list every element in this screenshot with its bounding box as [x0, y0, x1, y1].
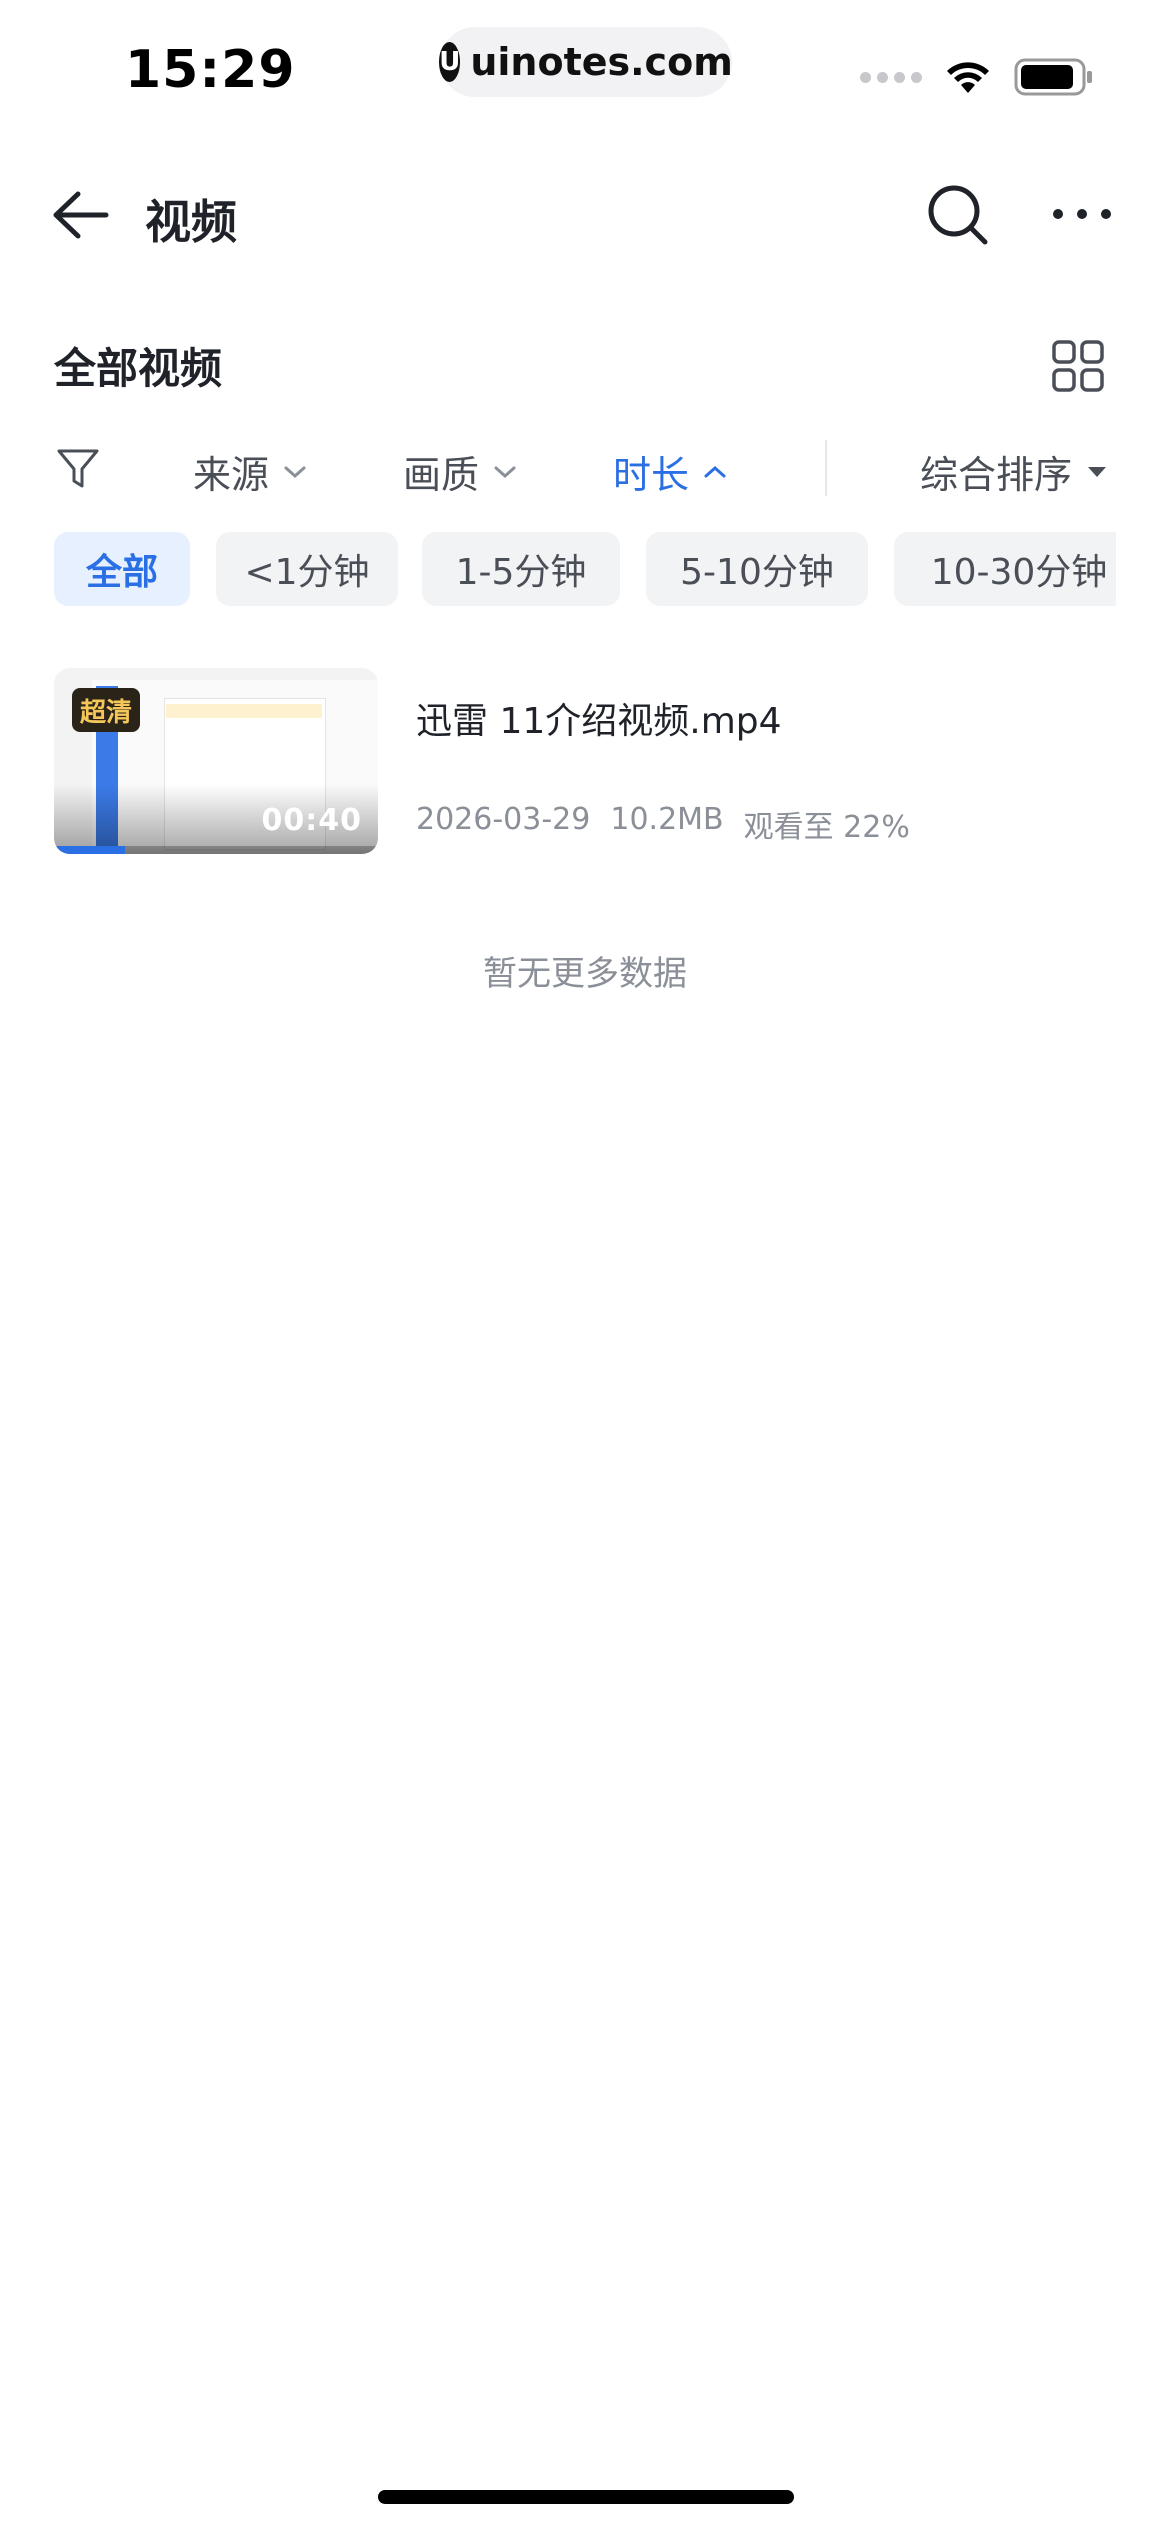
- battery-icon: [1014, 58, 1092, 96]
- playback-progress-bar: [54, 846, 126, 854]
- video-date: 2026-03-29: [416, 802, 591, 837]
- duration-chips: 全部 <1分钟 1-5分钟 5-10分钟 10-30分钟: [54, 532, 1116, 606]
- chip-all[interactable]: 全部: [54, 532, 190, 606]
- filter-duration-label: 时长: [613, 453, 690, 497]
- chevron-down-icon: [284, 466, 306, 478]
- chip-10-30-min[interactable]: 10-30分钟: [894, 532, 1116, 606]
- quality-badge: 超清: [72, 688, 141, 732]
- chevron-down-icon: [494, 466, 516, 478]
- grid-view-icon[interactable]: [1052, 340, 1104, 392]
- page-title: 视频: [145, 195, 237, 249]
- video-meta: 2026-03-29 10.2MB 观看至 22%: [416, 802, 930, 846]
- video-duration: 00:40: [261, 803, 362, 838]
- filter-duration[interactable]: 时长: [613, 444, 727, 499]
- thumbnail-highlight: [166, 704, 322, 718]
- status-time: 15:29: [125, 40, 296, 100]
- sort-label: 综合排序: [920, 453, 1073, 497]
- no-more-data-text: 暂无更多数据: [483, 954, 687, 994]
- site-logo-icon: U: [439, 42, 461, 82]
- chip-5-10-min[interactable]: 5-10分钟: [646, 532, 868, 606]
- home-indicator: [378, 2490, 794, 2504]
- chevron-up-icon: [704, 465, 726, 477]
- cellular-signal-icon: [860, 71, 922, 83]
- back-icon[interactable]: [48, 184, 110, 246]
- filter-bar: 来源 画质 时长 综合排序: [0, 440, 1170, 500]
- filter-divider: [825, 440, 827, 496]
- section-title: 全部视频: [54, 344, 223, 393]
- video-thumbnail[interactable]: 超清 00:40: [54, 668, 378, 854]
- url-pill: U uinotes.com: [439, 27, 733, 97]
- filter-source-label: 来源: [193, 453, 270, 497]
- wifi-icon: [947, 62, 989, 93]
- top-navigation-bar: 视频: [0, 170, 1170, 260]
- funnel-icon[interactable]: [56, 446, 100, 490]
- filter-quality[interactable]: 画质: [403, 444, 517, 499]
- caret-down-icon: [1088, 466, 1107, 477]
- url-text: uinotes.com: [470, 40, 733, 84]
- status-indicators: [860, 58, 1094, 96]
- video-title: 迅雷 11介绍视频.mp4: [416, 701, 782, 742]
- video-size: 10.2MB: [610, 802, 724, 837]
- search-icon[interactable]: [925, 182, 991, 248]
- chip-1-5-min[interactable]: 1-5分钟: [422, 532, 620, 606]
- more-icon[interactable]: [1050, 206, 1114, 222]
- sort-dropdown[interactable]: 综合排序: [920, 444, 1108, 499]
- filter-quality-label: 画质: [403, 453, 480, 497]
- watch-progress-text: 观看至 22%: [743, 810, 910, 845]
- chip-under-1-min[interactable]: <1分钟: [216, 532, 398, 606]
- filter-source[interactable]: 来源: [193, 444, 307, 499]
- video-list-item[interactable]: 超清 00:40 迅雷 11介绍视频.mp4 2026-03-29 10.2MB…: [54, 668, 1116, 856]
